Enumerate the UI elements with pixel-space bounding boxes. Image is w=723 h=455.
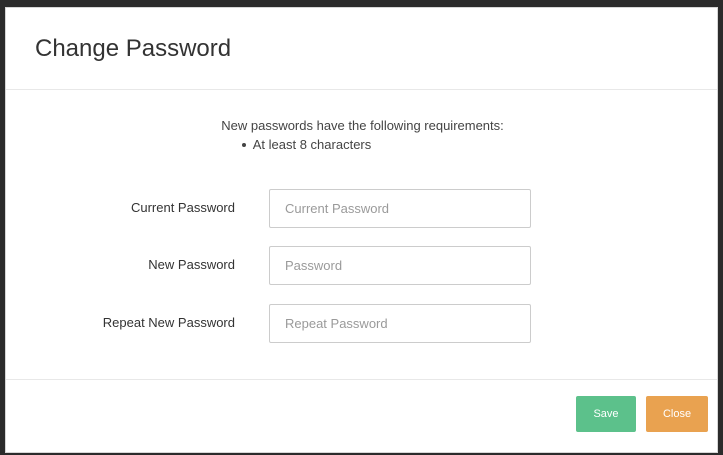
save-button[interactable]: Save: [576, 396, 636, 432]
dialog-title: Change Password: [35, 35, 232, 62]
dialog-footer: Save Close: [6, 380, 717, 452]
repeat-password-row: Repeat New Password: [6, 304, 719, 343]
change-password-dialog: Change Password New passwords have the f…: [5, 7, 718, 453]
bullet-icon: [241, 142, 246, 147]
new-password-input[interactable]: [269, 246, 531, 285]
password-requirements: New passwords have the following require…: [6, 116, 719, 154]
dialog-header: Change Password: [6, 8, 717, 90]
repeat-password-input[interactable]: [269, 304, 531, 343]
current-password-label: Current Password: [130, 200, 235, 215]
new-password-row: New Password: [6, 246, 719, 285]
requirements-heading: New passwords have the following require…: [221, 118, 504, 133]
new-password-label: New Password: [148, 257, 235, 272]
close-button[interactable]: Close: [646, 396, 708, 432]
current-password-input[interactable]: [269, 189, 531, 228]
dialog-body: New passwords have the following require…: [6, 90, 717, 380]
requirement-text: At least 8 characters: [252, 137, 372, 152]
requirement-item: At least 8 characters: [241, 135, 372, 154]
requirements-list: At least 8 characters: [6, 135, 719, 154]
current-password-row: Current Password: [6, 189, 719, 228]
repeat-password-label: Repeat New Password: [102, 315, 235, 330]
